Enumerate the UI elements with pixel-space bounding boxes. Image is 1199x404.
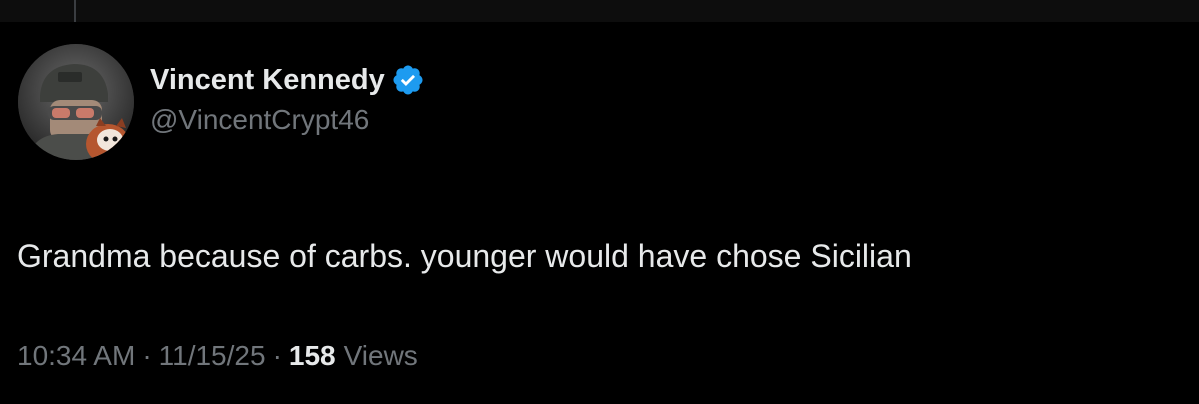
avatar[interactable] xyxy=(18,44,134,160)
avatar-image-icon xyxy=(18,44,134,160)
tweet-time[interactable]: 10:34 AM xyxy=(17,340,135,372)
views-count[interactable]: 158 xyxy=(289,340,336,372)
verified-badge-icon[interactable] xyxy=(391,63,425,97)
name-row: Vincent Kennedy xyxy=(150,60,425,100)
meta-separator: · xyxy=(142,340,152,371)
meta-separator: · xyxy=(272,340,282,371)
author-block: Vincent Kennedy @VincentCrypt46 xyxy=(150,60,425,136)
tweet-meta: 10:34 AM · 11/15/25 · 158 Views xyxy=(17,340,418,372)
tweet-date[interactable]: 11/15/25 xyxy=(159,340,266,372)
thread-connector-line xyxy=(74,0,76,22)
tweet: Vincent Kennedy @VincentCrypt46 Grandma … xyxy=(0,22,1199,404)
display-name[interactable]: Vincent Kennedy xyxy=(150,64,385,97)
user-handle[interactable]: @VincentCrypt46 xyxy=(150,104,425,136)
views-label[interactable]: Views xyxy=(344,340,418,372)
previous-tweet-strip xyxy=(0,0,1199,22)
tweet-body: Grandma because of carbs. younger would … xyxy=(17,238,912,274)
